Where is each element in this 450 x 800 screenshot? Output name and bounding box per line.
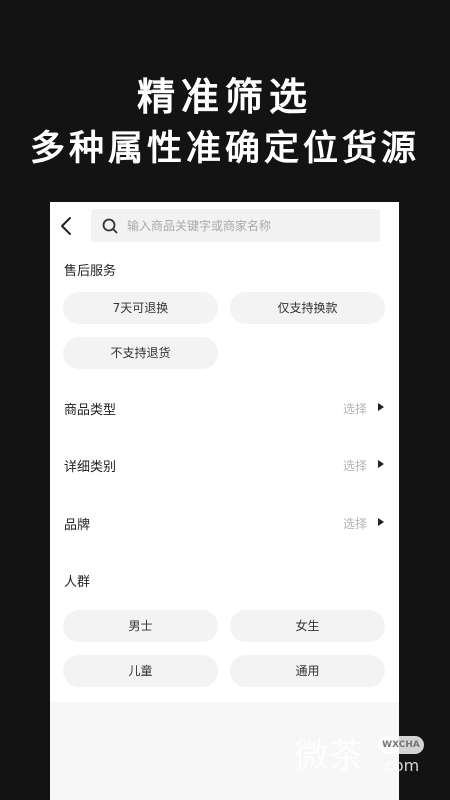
promo-title: 精准筛选 <box>136 75 313 119</box>
site-watermark: 微茶 WXCHA .com <box>294 734 434 784</box>
promo-subtitle: 多种属性准确定位货源 <box>29 129 420 169</box>
after-sales-option-no-return[interactable]: 不支持退货 <box>63 337 218 369</box>
detail-category-label: 详细类别 <box>64 460 117 475</box>
filter-row-brand[interactable]: 品牌 选择 <box>50 502 399 542</box>
chevron-left-icon[interactable] <box>59 216 73 236</box>
chevron-right-icon <box>378 460 384 468</box>
search-input[interactable] <box>127 209 372 242</box>
watermark-glyphs: 微茶 <box>294 736 364 776</box>
filter-panel: 售后服务 7天可退换 仅支持换款 不支持退货 商品类型 选择 详细类别 选择 品… <box>50 202 399 702</box>
watermark-suffix: .com <box>380 756 420 775</box>
search-box[interactable] <box>91 209 380 242</box>
after-sales-option-7day-return[interactable]: 7天可退换 <box>63 292 218 324</box>
filter-row-product-type[interactable]: 商品类型 选择 <box>50 387 399 427</box>
after-sales-option-exchange-only[interactable]: 仅支持换款 <box>230 292 385 324</box>
product-type-value: 选择 <box>342 402 367 416</box>
search-icon <box>102 218 118 234</box>
audience-option-universal[interactable]: 通用 <box>230 655 385 687</box>
product-type-label: 商品类型 <box>64 403 117 418</box>
audience-option-men[interactable]: 男士 <box>63 610 218 642</box>
phone-screen: 售后服务 7天可退换 仅支持换款 不支持退货 商品类型 选择 详细类别 选择 品… <box>50 202 399 800</box>
audience-option-children[interactable]: 儿童 <box>63 655 218 687</box>
audience-option-women[interactable]: 女生 <box>230 610 385 642</box>
detail-category-value: 选择 <box>342 459 367 473</box>
search-bar <box>50 202 399 250</box>
audience-title: 人群 <box>64 575 91 590</box>
chevron-right-icon <box>378 518 384 526</box>
after-sales-title: 售后服务 <box>64 264 117 279</box>
brand-label: 品牌 <box>64 518 91 533</box>
chevron-right-icon <box>378 403 384 411</box>
watermark-badge: WXCHA <box>378 736 424 754</box>
brand-value: 选择 <box>342 517 367 531</box>
filter-row-detail-category[interactable]: 详细类别 选择 <box>50 444 399 484</box>
